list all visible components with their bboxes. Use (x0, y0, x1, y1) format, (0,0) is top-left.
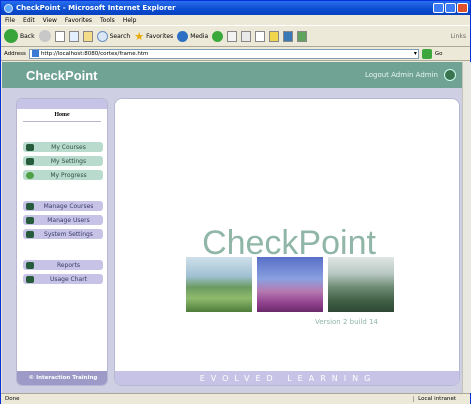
usage-chart-icon (26, 275, 34, 283)
main-footer: EVOLVED LEARNING (115, 371, 459, 385)
progress-icon (26, 171, 34, 179)
sidebar-item-manage-users[interactable]: Manage Users (23, 215, 103, 225)
menu-bar: File Edit View Favorites Tools Help (1, 15, 470, 25)
back-button[interactable]: Back (4, 29, 35, 43)
sidebar-item-reports[interactable]: Reports (23, 260, 103, 270)
go-label[interactable]: Go (435, 51, 443, 57)
ie-icon (4, 3, 13, 13)
media-button[interactable]: Media (177, 30, 208, 42)
stop-button[interactable] (54, 30, 65, 42)
main-panel: CheckPoint Version 2 build 14 EVOLVED LE… (114, 98, 460, 386)
sidebar-item-manage-courses[interactable]: Manage Courses (23, 201, 103, 211)
menu-tools[interactable]: Tools (100, 17, 115, 24)
toolbar: Back Search ★ Favorites Media Links (1, 25, 470, 47)
status-bar: Done Local intranet (1, 393, 470, 404)
courses-icon (26, 143, 34, 151)
landscape-road-image (186, 257, 252, 312)
forward-button[interactable] (38, 30, 51, 42)
folder-icon[interactable] (269, 30, 280, 42)
print-icon[interactable] (241, 30, 252, 42)
users-icon (26, 216, 34, 224)
menu-edit[interactable]: Edit (23, 17, 35, 24)
app-header: CheckPoint Logout Admin Admin (2, 62, 462, 88)
tool-icon[interactable] (297, 30, 308, 42)
sidebar-top-bar (17, 99, 107, 109)
title-bar: CheckPoint - Microsoft Internet Explorer (1, 1, 470, 15)
messenger-icon[interactable] (283, 30, 294, 42)
back-arrow-icon (4, 29, 18, 43)
media-icon (177, 30, 189, 42)
browser-window: CheckPoint - Microsoft Internet Explorer… (0, 0, 471, 404)
home-button[interactable] (82, 30, 93, 42)
address-url: http://localhost:8080/cortex/frame.htm (40, 50, 149, 57)
sidebar: Home My Courses My Settings My Progress … (16, 98, 108, 386)
page-content: CheckPoint Logout Admin Admin Home My Co… (2, 62, 462, 393)
links-label[interactable]: Links (451, 33, 466, 40)
logout-icon[interactable] (444, 69, 456, 81)
sidebar-item-my-progress[interactable]: My Progress (23, 170, 103, 180)
search-icon (96, 30, 108, 42)
maximize-button[interactable] (445, 3, 456, 13)
app-logo: CheckPoint (26, 67, 98, 83)
menu-view[interactable]: View (43, 17, 57, 24)
address-dropdown-icon[interactable]: ▾ (414, 50, 417, 57)
mail-icon[interactable] (227, 30, 238, 42)
sidebar-item-my-courses[interactable]: My Courses (23, 142, 103, 152)
settings-icon (26, 157, 34, 165)
window-title: CheckPoint - Microsoft Internet Explorer (16, 4, 176, 12)
version-text: Version 2 build 14 (315, 318, 378, 326)
sidebar-home[interactable]: Home (23, 112, 101, 122)
vertical-scrollbar[interactable] (462, 62, 471, 393)
search-button[interactable]: Search (96, 30, 130, 42)
menu-file[interactable]: File (5, 17, 15, 24)
menu-help[interactable]: Help (123, 17, 137, 24)
landscape-mountain-image (328, 257, 394, 312)
logout-link[interactable]: Logout Admin Admin (365, 71, 438, 79)
sidebar-item-usage-chart[interactable]: Usage Chart (23, 274, 103, 284)
star-icon: ★ (134, 29, 145, 43)
page-icon (31, 50, 39, 57)
history-icon[interactable] (212, 30, 224, 42)
address-bar: Address http://localhost:8080/cortex/fra… (1, 47, 470, 61)
landscape-field-image (257, 257, 323, 312)
favorites-button[interactable]: ★ Favorites (134, 30, 173, 43)
go-icon[interactable] (421, 48, 432, 59)
menu-favorites[interactable]: Favorites (65, 17, 92, 24)
sidebar-footer: © Interaction Training (17, 371, 107, 385)
zone-text: Local intranet (413, 396, 456, 402)
edit-icon[interactable] (255, 30, 266, 42)
status-text: Done (5, 396, 20, 402)
sidebar-item-system-settings[interactable]: System Settings (23, 229, 103, 239)
refresh-button[interactable] (68, 30, 79, 42)
manage-courses-icon (26, 202, 34, 210)
address-label: Address (4, 50, 26, 57)
system-settings-icon (26, 230, 34, 238)
sidebar-item-my-settings[interactable]: My Settings (23, 156, 103, 166)
address-input[interactable]: http://localhost:8080/cortex/frame.htm ▾ (28, 48, 419, 59)
reports-icon (26, 261, 34, 269)
minimize-button[interactable] (433, 3, 444, 13)
close-button[interactable] (457, 3, 468, 13)
